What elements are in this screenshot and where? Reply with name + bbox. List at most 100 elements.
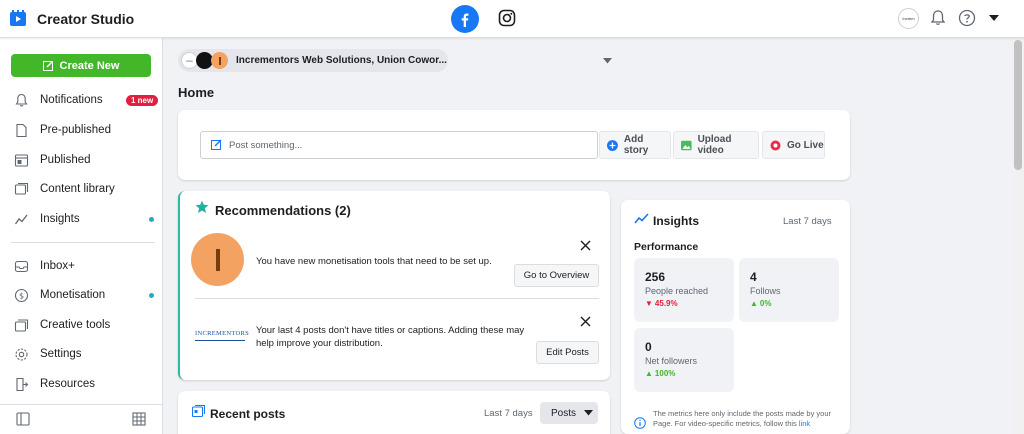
photo-video-icon [681,140,692,150]
recommendations-divider [195,298,599,299]
top-bar: Creator Studio Increm [0,0,1024,38]
recent-posts-icon [192,405,205,417]
help-icon[interactable] [958,9,976,27]
sidebar-item-label: Settings [40,348,82,360]
gear-icon [15,347,28,361]
performance-heading: Performance [634,241,699,253]
account-avatar[interactable]: Increm [898,8,919,29]
chevron-down-icon [584,410,594,416]
sidebar-item-label: Pre-published [40,124,111,136]
post-something-input[interactable]: Post something... [200,131,598,159]
sidebar-item-label: Monetisation [40,289,106,301]
metric-label: People reached [645,286,709,296]
metric-value: 256 [645,270,666,284]
notifications-bell-icon[interactable] [929,9,947,27]
facebook-icon [461,13,469,27]
arrow-down-icon: ▼ [645,299,653,308]
star-badge-icon [195,200,209,213]
sidebar-item-resources[interactable]: Resources [0,371,163,397]
document-icon [16,123,27,137]
post-input-placeholder: Post something... [229,139,303,151]
sidebar-item-label: Content library [40,183,115,195]
close-icon[interactable] [580,316,591,327]
dollar-icon: $ [14,288,29,302]
page-title: Home [178,85,215,100]
metric-delta-value: 0% [759,299,772,308]
sidebar-item-content-library[interactable]: Content library [0,176,163,202]
collapse-sidebar-icon[interactable] [16,412,30,426]
arrow-up-icon: ▲ [750,299,758,308]
table-view-icon[interactable] [132,412,146,426]
upload-video-label: Upload video [697,134,732,156]
recommendation-monetisation-avatar [191,233,244,286]
recommendations-title: Recommendations (2) [215,203,351,218]
create-new-label: Create New [59,59,120,72]
recommendation-text: You have new monetisation tools that nee… [256,256,492,267]
sidebar-item-label: Notifications [40,94,103,106]
sidebar-bottom-divider [0,404,163,405]
page-selector-name: Incrementors Web Solutions, Union Cowor.… [236,55,447,66]
upload-video-button[interactable]: Upload video [673,131,759,159]
info-icon [634,417,646,429]
creative-tools-icon [14,318,29,332]
metric-people-reached[interactable]: 256 People reached ▼ 45.9% [634,258,734,322]
close-icon[interactable] [580,240,591,251]
page-selector-dropdown[interactable]: incre Incrementors Web Solutions, Union … [178,49,612,72]
sidebar-item-notifications[interactable]: Notifications 1 new [0,87,163,113]
sidebar-item-published[interactable]: Published [0,147,163,173]
metric-label: Follows [750,286,781,296]
metric-delta: ▲ 0% [750,299,771,308]
facebook-tab-button[interactable] [451,5,479,33]
sidebar-divider [11,242,155,243]
insights-icon [14,214,28,224]
sidebar: Create New Notifications 1 new Pre-publi… [0,38,163,434]
metric-delta-value: 100% [654,369,676,378]
sidebar-item-monetisation[interactable]: $ Monetisation [0,282,163,308]
sidebar-item-label: Creative tools [40,319,111,331]
add-story-icon [607,139,618,151]
creator-studio-logo-icon [10,10,26,26]
chevron-down-icon [603,57,612,63]
page-scrollbar[interactable] [1012,38,1024,434]
live-icon [770,140,781,150]
go-live-button[interactable]: Go Live [762,131,825,159]
go-to-overview-button[interactable]: Go to Overview [514,264,599,287]
sidebar-item-settings[interactable]: Settings [0,341,163,367]
edit-posts-button[interactable]: Edit Posts [536,341,599,364]
metric-value: 0 [645,340,652,354]
go-live-label: Go Live [787,139,824,151]
add-story-button[interactable]: Add story [599,131,671,159]
insights-note-link[interactable]: link [799,419,810,428]
sidebar-item-inbox[interactable]: Inbox+ [0,253,163,279]
incrementors-logo: INCREMENTORS [195,327,249,341]
sidebar-item-label: Published [40,154,91,166]
resources-icon [16,377,29,391]
sidebar-item-creative-tools[interactable]: Creative tools [0,312,163,338]
insights-title: Insights [653,214,700,228]
recent-posts-title: Recent posts [210,407,286,421]
insights-note: The metrics here only include the posts … [653,409,833,429]
sidebar-item-label: Inbox+ [40,260,75,272]
posts-filter-dropdown[interactable]: Posts [540,402,598,424]
sidebar-item-insights[interactable]: Insights [0,206,163,232]
published-icon [14,153,29,167]
metric-net-followers[interactable]: 0 Net followers ▲ 100% [634,328,734,392]
insights-chart-icon [634,213,649,224]
metric-follows[interactable]: 4 Follows ▲ 0% [739,258,839,322]
add-story-label: Add story [623,134,649,156]
scrollbar-thumb[interactable] [1014,40,1022,170]
app-title: Creator Studio [37,11,135,27]
recent-posts-range: Last 7 days [484,408,533,419]
create-new-button[interactable]: Create New [11,54,151,77]
metric-delta-value: 45.9% [654,299,678,308]
arrow-up-icon: ▲ [645,369,653,378]
sidebar-item-pre-published[interactable]: Pre-published [0,117,163,143]
notifications-badge: 1 new [126,94,159,106]
svg-text:$: $ [19,291,24,300]
insights-unread-dot [149,216,154,222]
edit-post-icon [211,139,222,150]
instagram-icon[interactable] [498,9,516,27]
content-library-icon [14,182,29,195]
account-menu-chevron-down-icon[interactable] [989,14,999,22]
posts-filter-label: Posts [551,407,577,419]
